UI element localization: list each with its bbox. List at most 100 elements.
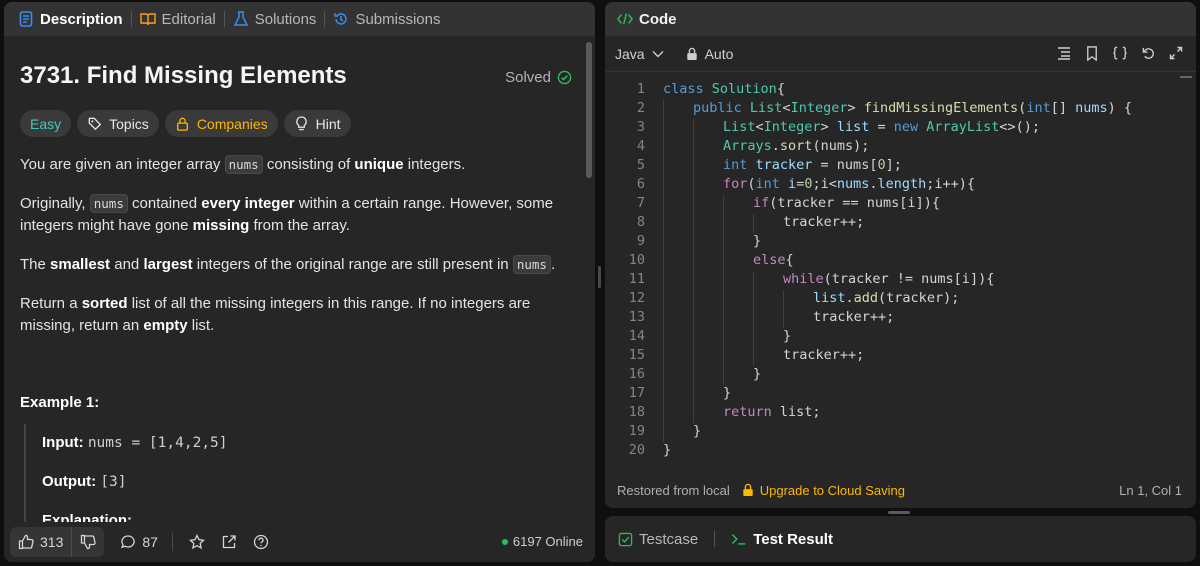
code-text: if(tracker == nums[i]){ bbox=[645, 194, 940, 214]
tab-testcase[interactable]: Testcase bbox=[617, 531, 698, 548]
code-token: 0 bbox=[877, 156, 886, 173]
indent-guide bbox=[693, 403, 694, 423]
solved-label: Solved bbox=[505, 69, 551, 86]
curly-braces-icon[interactable] bbox=[1112, 45, 1128, 61]
line-number: 3 bbox=[636, 118, 645, 135]
bookmark-icon[interactable] bbox=[1084, 45, 1100, 61]
code-line: 3 List<Integer> list = new ArrayList<>(); bbox=[605, 117, 1196, 138]
description-paragraph: The smallest and largest integers of the… bbox=[20, 254, 560, 276]
example-block: Input: nums = [1,4,2,5] Output: [3] Expl… bbox=[24, 424, 564, 522]
indent-guide bbox=[723, 308, 724, 328]
indent-guide bbox=[693, 118, 694, 138]
language-select[interactable]: Java bbox=[615, 46, 666, 62]
code-token: length bbox=[877, 175, 927, 192]
code-text: } bbox=[645, 232, 762, 252]
comments-button[interactable]: 87 bbox=[120, 534, 158, 550]
code-token: tracker bbox=[755, 156, 813, 173]
online-count: 6197 Online bbox=[512, 534, 583, 549]
solved-status: Solved bbox=[505, 69, 572, 86]
dislike-button[interactable] bbox=[71, 527, 104, 557]
code-token: int bbox=[755, 175, 789, 192]
code-line: 9} bbox=[605, 231, 1196, 252]
code-line: 2 public List<Integer> findMissingElement… bbox=[605, 98, 1196, 119]
code-line: 7 if(tracker == nums[i]){ bbox=[605, 193, 1196, 214]
favorite-button[interactable] bbox=[188, 534, 205, 550]
code-token: public bbox=[693, 99, 750, 116]
indent-guide bbox=[753, 346, 754, 366]
inline-code: nums bbox=[89, 194, 128, 213]
help-button[interactable] bbox=[253, 534, 269, 550]
code-token: i bbox=[788, 175, 797, 192]
description-paragraph: Return a sorted list of all the missing … bbox=[20, 293, 560, 337]
code-text: } bbox=[645, 365, 761, 385]
tab-description-label: Description bbox=[40, 10, 123, 28]
code-text: while(tracker != nums[i]){ bbox=[645, 270, 995, 290]
example-output: Output: [3] bbox=[42, 463, 564, 502]
output-label: Output: bbox=[42, 473, 97, 490]
companies-label: Companies bbox=[196, 115, 268, 132]
indent-guide bbox=[723, 289, 724, 309]
code-token: Solution bbox=[711, 80, 777, 97]
tab-divider bbox=[130, 11, 132, 27]
indent-guide bbox=[663, 156, 664, 176]
tab-test-result-label: Test Result bbox=[753, 530, 833, 548]
panel-resize-handle[interactable] bbox=[598, 266, 601, 288]
code-token: (nums); bbox=[812, 137, 870, 154]
text: Return a bbox=[20, 295, 82, 312]
code-token: if bbox=[753, 194, 770, 211]
topics-button[interactable]: Topics bbox=[77, 110, 159, 137]
code-editor[interactable]: 1 class Solution{2 public List<Integer> fi… bbox=[605, 79, 1196, 459]
indent-guide bbox=[663, 422, 664, 442]
indent-guide bbox=[723, 194, 724, 214]
indent-guide bbox=[693, 232, 694, 252]
editor-status-bar: Restored from local Upgrade to Cloud Sav… bbox=[605, 472, 1196, 508]
code-token: (tracker); bbox=[878, 289, 960, 306]
line-number: 2 bbox=[636, 99, 645, 116]
tab-solutions[interactable]: Solutions bbox=[233, 11, 316, 28]
indent-guide bbox=[663, 232, 664, 252]
code-text: } bbox=[645, 442, 671, 458]
line-number: 5 bbox=[636, 156, 645, 173]
tab-test-result[interactable]: Test Result bbox=[731, 531, 833, 548]
indent-guide bbox=[693, 327, 694, 347]
language-label: Java bbox=[615, 45, 645, 62]
mode-select[interactable]: Auto bbox=[684, 46, 733, 62]
tab-editorial[interactable]: Editorial bbox=[139, 11, 216, 28]
code-line: 16} bbox=[605, 364, 1196, 385]
text: integers of the original range are still… bbox=[192, 256, 513, 273]
expand-icon[interactable] bbox=[1168, 45, 1184, 61]
code-token: = nums[ bbox=[812, 156, 878, 173]
indent-guide bbox=[663, 289, 664, 309]
share-button[interactable] bbox=[221, 534, 237, 550]
code-text: tracker++; bbox=[645, 213, 864, 233]
code-token: ) { bbox=[1107, 99, 1132, 116]
indent-guide bbox=[693, 213, 694, 233]
tab-submissions[interactable]: Submissions bbox=[333, 11, 440, 28]
code-token: list bbox=[813, 289, 846, 306]
line-number: 20 bbox=[628, 441, 645, 458]
reset-icon[interactable] bbox=[1140, 45, 1156, 61]
text: consisting of bbox=[262, 156, 355, 173]
format-lines-icon[interactable] bbox=[1056, 45, 1072, 61]
description-paragraph: Originally, nums contained every integer… bbox=[20, 193, 560, 237]
comment-icon bbox=[120, 534, 136, 550]
code-token: } bbox=[753, 232, 762, 249]
hint-button[interactable]: Hint bbox=[283, 110, 351, 137]
like-button[interactable]: 313 bbox=[10, 534, 71, 550]
code-token: nums bbox=[1075, 99, 1108, 116]
vertical-resize-handle[interactable] bbox=[888, 511, 910, 514]
lock-icon bbox=[684, 46, 700, 62]
chevron-down-icon bbox=[650, 46, 666, 62]
tab-testcase-label: Testcase bbox=[639, 530, 699, 548]
indent-guide bbox=[663, 365, 664, 385]
code-token: (tracker != nums[i]){ bbox=[823, 270, 995, 287]
tab-description[interactable]: Description bbox=[18, 11, 123, 28]
description-scrollbar[interactable] bbox=[586, 42, 592, 178]
indent-guide bbox=[693, 251, 694, 271]
code-header: Code bbox=[605, 2, 1196, 36]
code-line: 18 return list; bbox=[605, 402, 1196, 423]
difficulty-badge: Easy bbox=[20, 110, 72, 137]
text: integers. bbox=[403, 156, 466, 173]
upgrade-link[interactable]: Upgrade to Cloud Saving bbox=[740, 482, 905, 498]
companies-button[interactable]: Companies bbox=[164, 110, 278, 137]
